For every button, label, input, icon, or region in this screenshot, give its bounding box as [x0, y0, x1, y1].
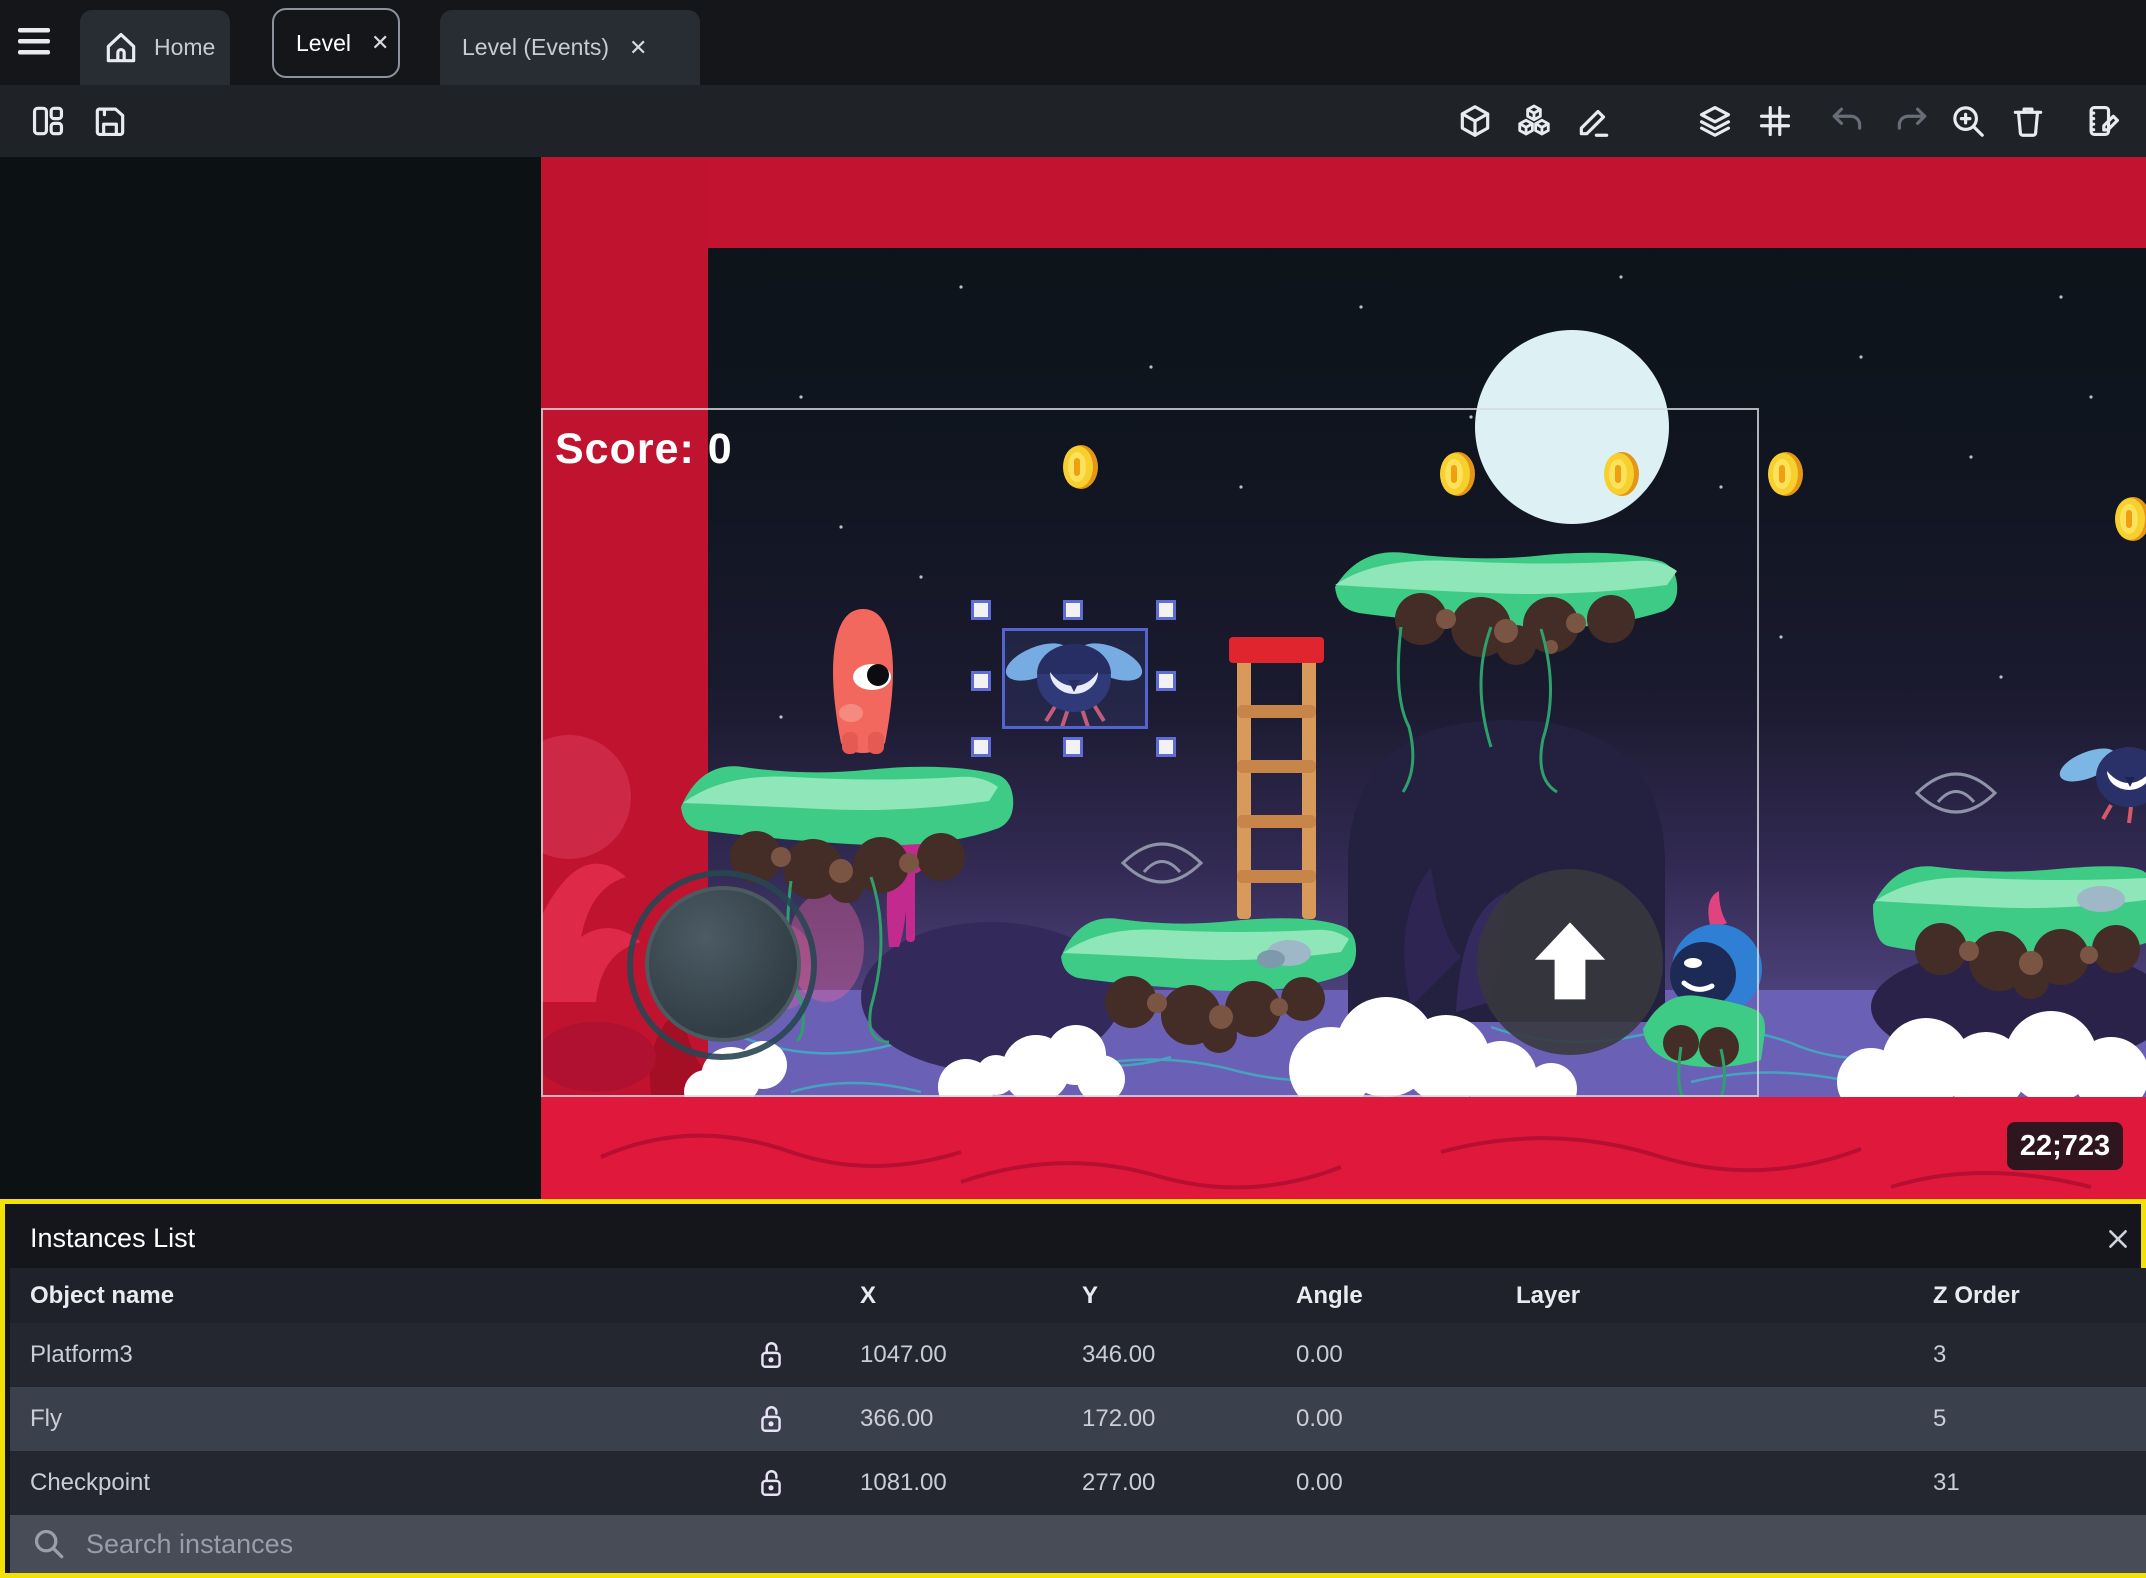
instance-angle[interactable]: 0.00	[1296, 1341, 1343, 1369]
instance-y[interactable]: 346.00	[1082, 1341, 1155, 1369]
tab-level-events[interactable]: Level (Events) ✕	[440, 10, 700, 85]
pencil-icon[interactable]	[1574, 95, 1614, 147]
sheet-edit-icon[interactable]	[2083, 95, 2123, 147]
unlock-icon[interactable]	[758, 1404, 784, 1434]
close-panel-button[interactable]	[2100, 1221, 2136, 1257]
instance-y[interactable]: 172.00	[1082, 1405, 1155, 1433]
hamburger-menu-button[interactable]	[16, 22, 52, 62]
close-tab-icon[interactable]: ✕	[623, 35, 647, 61]
zoom-in-icon[interactable]	[1948, 95, 1988, 147]
trash-icon[interactable]	[2008, 95, 2048, 147]
instance-z-order[interactable]: 5	[1933, 1405, 1946, 1433]
column-header-y[interactable]: Y	[1082, 1282, 1098, 1310]
tab-bar: Home Level ✕ Level (Events) ✕	[0, 0, 2146, 85]
instance-angle[interactable]: 0.00	[1296, 1405, 1343, 1433]
instance-x[interactable]: 1081.00	[860, 1469, 947, 1497]
selection-rectangle[interactable]	[1002, 628, 1148, 729]
tab-level[interactable]: Level ✕	[272, 8, 400, 78]
score-hud-text: Score: 0	[555, 425, 733, 473]
panel-title-row: Instances List	[10, 1209, 2146, 1268]
tab-home[interactable]: Home	[80, 10, 230, 85]
selection-handle-mid-right[interactable]	[1156, 671, 1176, 691]
grid-icon[interactable]	[1755, 95, 1795, 147]
red-wall-top	[708, 157, 2146, 248]
save-icon[interactable]	[88, 95, 132, 147]
instance-name[interactable]: Fly	[30, 1405, 62, 1433]
instance-angle[interactable]: 0.00	[1296, 1469, 1343, 1497]
undo-icon[interactable]	[1827, 95, 1867, 147]
table-row[interactable]: Fly 366.00 172.00 0.00 5	[10, 1387, 2146, 1451]
cubes-group-icon[interactable]	[1514, 95, 1554, 147]
layout-columns-icon[interactable]	[26, 95, 70, 147]
instance-z-order[interactable]: 31	[1933, 1469, 1960, 1497]
column-header-angle[interactable]: Angle	[1296, 1282, 1363, 1310]
instance-name[interactable]: Checkpoint	[30, 1469, 150, 1497]
game-editor-window: Home Level ✕ Level (Events) ✕ Preview	[0, 0, 2146, 1578]
scene-editor-canvas[interactable]: Score: 0 22;723	[0, 157, 2146, 1199]
column-header-x[interactable]: X	[860, 1282, 876, 1310]
jump-button[interactable]	[1477, 869, 1663, 1055]
game-scene[interactable]: Score: 0 22;723	[541, 157, 2146, 1199]
selection-handle-bottom-right[interactable]	[1156, 737, 1176, 757]
search-row	[10, 1515, 2146, 1573]
instance-y[interactable]: 277.00	[1082, 1469, 1155, 1497]
selection-handle-top-center[interactable]	[1063, 600, 1083, 620]
close-tab-icon[interactable]: ✕	[365, 30, 389, 56]
unlock-icon[interactable]	[758, 1340, 784, 1370]
eye-decoration	[1914, 772, 1998, 814]
tab-label: Level (Events)	[462, 34, 610, 60]
instance-x[interactable]: 1047.00	[860, 1341, 947, 1369]
selection-handle-bottom-left[interactable]	[971, 737, 991, 757]
column-header-object-name[interactable]: Object name	[30, 1282, 174, 1310]
tab-label: Level	[296, 29, 351, 56]
fly-enemy-right	[2059, 747, 2146, 824]
table-row[interactable]: Checkpoint 1081.00 277.00 0.00 31	[10, 1451, 2146, 1515]
selection-handle-mid-left[interactable]	[971, 671, 991, 691]
table-header-row: Object name X Y Angle Layer Z Order	[10, 1268, 2146, 1323]
search-instances-input[interactable]	[84, 1527, 1588, 1561]
table-row[interactable]: Platform3 1047.00 346.00 0.00 3	[10, 1323, 2146, 1387]
instance-name[interactable]: Platform3	[30, 1341, 133, 1369]
cursor-coordinates-badge: 22;723	[2007, 1122, 2123, 1170]
instance-z-order[interactable]: 3	[1933, 1341, 1946, 1369]
instance-x[interactable]: 366.00	[860, 1405, 933, 1433]
editor-void-area	[0, 157, 541, 1199]
panel-title: Instances List	[30, 1223, 196, 1253]
editor-toolbar: Preview Publish	[0, 85, 2146, 238]
unlock-icon[interactable]	[758, 1468, 784, 1498]
arrow-up-icon	[1534, 922, 1606, 1000]
selection-handle-bottom-center[interactable]	[1063, 737, 1083, 757]
virtual-joystick-knob[interactable]	[645, 886, 801, 1042]
layers-icon[interactable]	[1695, 95, 1735, 147]
tab-label: Home	[154, 34, 216, 60]
column-header-z-order[interactable]: Z Order	[1933, 1282, 2020, 1310]
selection-handle-top-right[interactable]	[1156, 600, 1176, 620]
search-icon	[32, 1527, 66, 1561]
cube-icon[interactable]	[1455, 95, 1495, 147]
column-header-layer[interactable]: Layer	[1516, 1282, 1580, 1310]
redo-icon[interactable]	[1892, 95, 1932, 147]
instances-list-panel: Instances List Object name X Y Angle Lay…	[0, 1199, 2146, 1578]
selection-handle-top-left[interactable]	[971, 600, 991, 620]
home-icon	[102, 29, 140, 67]
